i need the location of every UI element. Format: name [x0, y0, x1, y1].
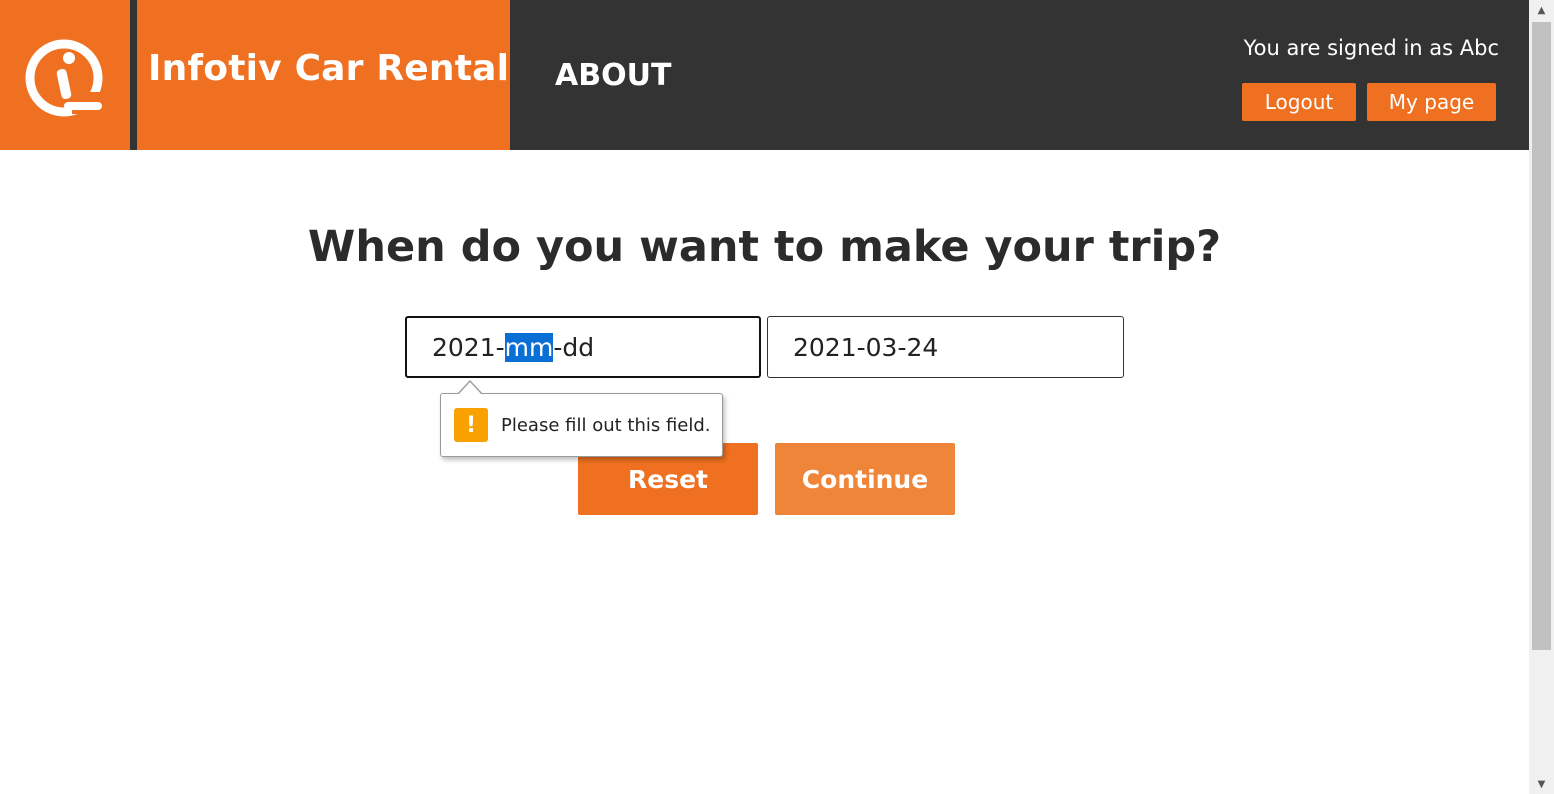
validation-tooltip: ! Please fill out this field.	[440, 380, 723, 457]
end-date-value[interactable]: 2021-03-24	[793, 333, 938, 362]
brand-title[interactable]: Infotiv Car Rental	[148, 48, 509, 89]
warning-icon: !	[454, 408, 488, 442]
infotiv-logo-icon[interactable]	[22, 36, 106, 120]
tooltip-arrow-fill	[458, 382, 482, 395]
brand-divider	[130, 0, 137, 150]
my-page-button[interactable]: My page	[1367, 83, 1496, 121]
scroll-down-arrow-icon[interactable]: ▼	[1529, 774, 1554, 794]
start-date-input[interactable]: 2021- mm - dd	[405, 316, 761, 378]
start-date-month[interactable]: mm	[504, 332, 554, 362]
top-header: Infotiv Car Rental ABOUT You are signed …	[0, 0, 1529, 150]
start-date-separator: -	[553, 332, 563, 362]
start-date-day[interactable]: dd	[562, 333, 594, 362]
start-date-year[interactable]: 2021	[432, 333, 496, 362]
logout-button[interactable]: Logout	[1242, 83, 1356, 121]
signed-in-text: You are signed in as Abc	[1243, 36, 1499, 60]
scrollbar-thumb[interactable]	[1532, 22, 1551, 650]
page-heading: When do you want to make your trip?	[307, 222, 1222, 272]
vertical-scrollbar[interactable]: ▲ ▼	[1529, 0, 1554, 794]
nav-about-link[interactable]: ABOUT	[555, 58, 671, 93]
page: Infotiv Car Rental ABOUT You are signed …	[0, 0, 1554, 794]
continue-button[interactable]: Continue	[775, 443, 955, 515]
validation-message: Please fill out this field.	[501, 414, 711, 436]
start-date-separator: -	[495, 332, 505, 362]
brand-block: Infotiv Car Rental	[0, 0, 510, 150]
end-date-input[interactable]: 2021-03-24	[767, 316, 1124, 378]
scroll-up-arrow-icon[interactable]: ▲	[1529, 0, 1554, 20]
